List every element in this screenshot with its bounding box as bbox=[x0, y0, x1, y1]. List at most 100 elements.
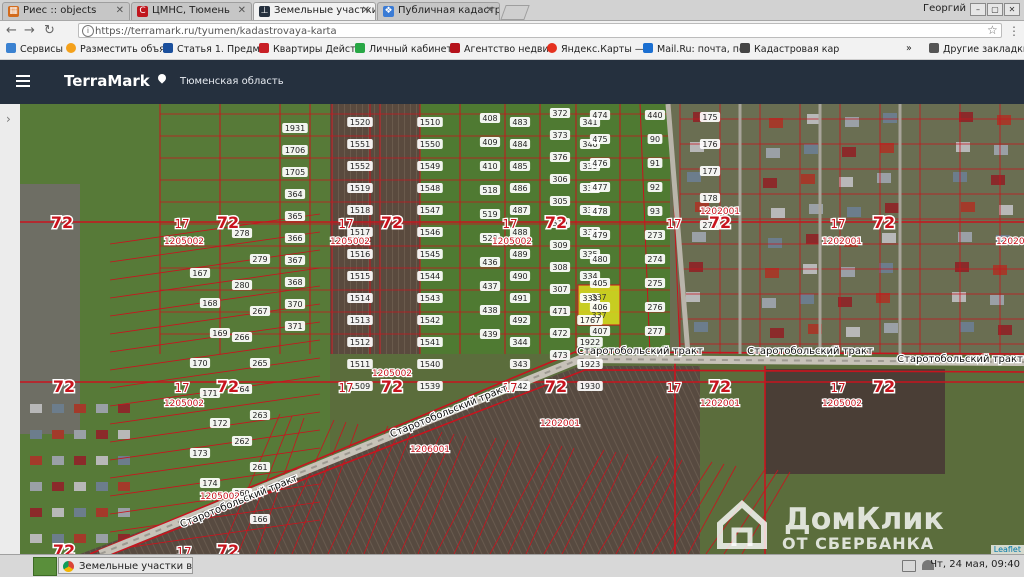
parcel-number: 1510 bbox=[420, 118, 440, 127]
bookmark-services[interactable]: Сервисы bbox=[6, 43, 63, 55]
bookmarks-more-button[interactable]: » bbox=[906, 43, 912, 54]
parcel-number: 484 bbox=[512, 140, 527, 149]
close-icon[interactable]: ✕ bbox=[238, 5, 246, 16]
building bbox=[883, 113, 897, 123]
bookmark-mail-ru[interactable]: Mail.Ru: почта, по bbox=[643, 43, 745, 55]
building bbox=[877, 173, 891, 183]
close-icon[interactable]: ✕ bbox=[116, 5, 124, 16]
app-logo[interactable]: TerraMark bbox=[64, 72, 150, 90]
district-label: 17 bbox=[174, 217, 189, 231]
close-icon[interactable]: ✕ bbox=[486, 5, 494, 16]
building bbox=[687, 172, 701, 182]
new-tab-button[interactable] bbox=[500, 5, 530, 20]
building bbox=[52, 508, 64, 517]
bookmark-yandex-maps[interactable]: Яндекс.Карты — bbox=[547, 43, 644, 55]
back-icon[interactable]: ← bbox=[6, 23, 17, 38]
parcel-number: 1542 bbox=[420, 316, 440, 325]
parcel-number: 479 bbox=[592, 231, 607, 240]
bookmark-other[interactable]: Другие закладки bbox=[929, 43, 1024, 55]
parcel-number: 1546 bbox=[420, 228, 440, 237]
parcel-number: 308 bbox=[552, 263, 567, 272]
chrome-icon bbox=[63, 561, 74, 572]
parcel-number: 170 bbox=[192, 359, 207, 368]
parcel-number: 410 bbox=[482, 162, 497, 171]
kv-icon bbox=[259, 43, 269, 53]
map-canvas[interactable]: 1520155115521519151815171516151515141513… bbox=[20, 104, 1024, 554]
tab-land-plots[interactable]: ⊥ Земельные участки в ✕ bbox=[253, 2, 376, 20]
parcel-number: 166 bbox=[252, 515, 267, 524]
building bbox=[806, 234, 820, 244]
quarter-code-label: 1202001 bbox=[700, 399, 740, 409]
parcel-number: 92 bbox=[650, 183, 660, 192]
building bbox=[74, 482, 86, 491]
profile-name[interactable]: Георгий bbox=[923, 3, 966, 14]
parcel-number: 1544 bbox=[420, 272, 440, 281]
building bbox=[74, 456, 86, 465]
building bbox=[118, 482, 130, 491]
region-selector[interactable]: Тюменская область bbox=[180, 76, 284, 87]
parcel-number: 167 bbox=[192, 269, 207, 278]
pin-icon bbox=[66, 43, 76, 53]
cadastral-map[interactable]: 1520 1551 1552 1519 1518 1517 1516 1515 1514 1513… bbox=[20, 104, 1024, 554]
apps-grid-icon bbox=[6, 43, 16, 53]
bookmark-account[interactable]: Личный кабинет bbox=[355, 43, 452, 55]
info-icon[interactable]: i bbox=[82, 25, 94, 37]
star-icon[interactable]: ☆ bbox=[987, 23, 998, 37]
parcel-number: 177 bbox=[702, 167, 717, 176]
network-icon[interactable] bbox=[902, 560, 916, 572]
tab-tsmns[interactable]: С ЦМНС, Тюмень ✕ bbox=[131, 2, 252, 20]
hamburger-menu-icon[interactable] bbox=[16, 75, 30, 87]
building bbox=[997, 115, 1011, 125]
building bbox=[841, 267, 855, 277]
close-icon[interactable]: ✕ bbox=[362, 5, 370, 16]
bookmark-place-object[interactable]: Разместить объя bbox=[66, 43, 165, 55]
district-label: 17 bbox=[502, 217, 517, 231]
parcel-number: 483 bbox=[512, 118, 527, 127]
building bbox=[960, 322, 974, 332]
minimize-button[interactable]: – bbox=[970, 3, 986, 16]
taskbar-chrome-window[interactable]: Земельные участки в Тю... bbox=[58, 557, 193, 574]
leaflet-attribution[interactable]: Leaflet bbox=[990, 545, 1024, 554]
parcel-number: 491 bbox=[512, 294, 527, 303]
location-pin-icon bbox=[156, 72, 168, 84]
parcel-number: 1550 bbox=[420, 140, 440, 149]
side-panel-handle[interactable]: › bbox=[0, 104, 21, 554]
parcel-number: 91 bbox=[650, 159, 660, 168]
consultant-icon bbox=[163, 43, 173, 53]
close-window-button[interactable]: ✕ bbox=[1004, 3, 1020, 16]
parcel-number: 275 bbox=[647, 279, 662, 288]
parcel-number: 1705 bbox=[285, 168, 305, 177]
building bbox=[686, 292, 700, 302]
forward-icon[interactable]: → bbox=[24, 23, 35, 38]
bookmark-article[interactable]: Статья 1. Предме bbox=[163, 43, 266, 55]
parcel-number: 279 bbox=[252, 255, 267, 264]
reload-icon[interactable]: ↻ bbox=[44, 23, 55, 38]
parcel-number: 490 bbox=[512, 272, 527, 281]
chevron-right-icon[interactable]: › bbox=[6, 112, 11, 126]
parcel-number: 262 bbox=[234, 437, 249, 446]
parcel-number: 471 bbox=[552, 307, 567, 316]
parcel-number: 344 bbox=[512, 338, 527, 347]
cabinet-icon bbox=[355, 43, 365, 53]
building bbox=[847, 207, 861, 217]
bookmark-apartments[interactable]: Квартиры Дейст bbox=[259, 43, 356, 55]
url-input[interactable]: i https://terramark.ru/tyumen/kadastrova… bbox=[78, 23, 1002, 38]
bookmark-agency[interactable]: Агентство недви bbox=[450, 43, 549, 55]
parcel-number: 407 bbox=[592, 327, 607, 336]
parcel-number: 280 bbox=[234, 281, 249, 290]
building bbox=[991, 175, 1005, 185]
calculator-app-icon[interactable] bbox=[33, 557, 57, 576]
maximize-button[interactable]: ▢ bbox=[987, 3, 1003, 16]
tab-public-cadastral[interactable]: ❖ Публичная кадастро ✕ bbox=[377, 2, 500, 20]
parcel-number: 1513 bbox=[350, 316, 370, 325]
parcel-number: 478 bbox=[592, 207, 607, 216]
system-clock[interactable]: Чт, 24 мая, 09:40 bbox=[930, 559, 1020, 570]
menu-icon[interactable]: ⋮ bbox=[1008, 24, 1020, 38]
tab-ries-objects[interactable]: ▦ Риес :: objects ✕ bbox=[2, 2, 130, 20]
building bbox=[804, 144, 818, 154]
parcel-number: 373 bbox=[552, 131, 567, 140]
parcel-number: 1520 bbox=[350, 118, 370, 127]
zone-label: 72 bbox=[53, 541, 75, 554]
bookmark-cadastral-map[interactable]: Кадастровая кар bbox=[740, 43, 839, 55]
parcel-number: 492 bbox=[512, 316, 527, 325]
